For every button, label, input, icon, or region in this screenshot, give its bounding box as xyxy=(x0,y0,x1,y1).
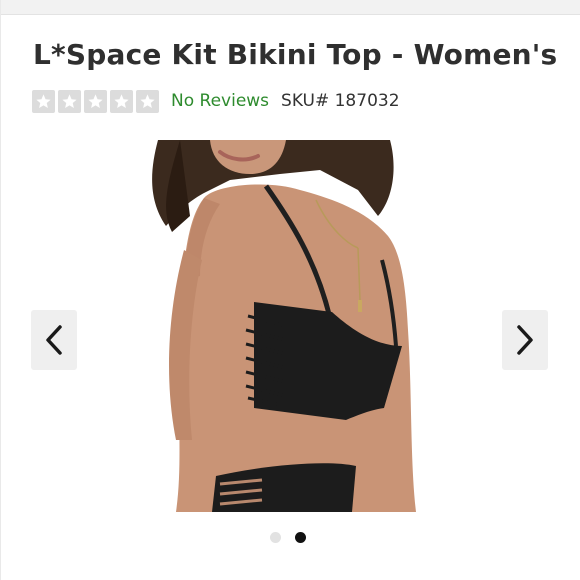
star-icon xyxy=(110,89,133,113)
carousel-dots xyxy=(270,532,306,543)
star-icon xyxy=(32,89,55,113)
previous-image-button[interactable] xyxy=(31,310,77,370)
left-border xyxy=(0,0,1,580)
chevron-right-icon xyxy=(517,325,533,355)
chevron-left-icon xyxy=(46,325,62,355)
carousel-dot-2[interactable] xyxy=(295,532,306,543)
star-icon xyxy=(136,89,159,113)
product-image[interactable] xyxy=(120,140,460,512)
carousel-dot-1[interactable] xyxy=(270,532,281,543)
star-icon xyxy=(84,89,107,113)
product-title: L*Space Kit Bikini Top - Women's xyxy=(33,38,558,71)
star-rating xyxy=(32,89,159,113)
star-icon xyxy=(58,89,81,113)
product-photo-illustration xyxy=(152,140,416,512)
sku-label: SKU# 187032 xyxy=(281,91,400,111)
reviews-link[interactable]: No Reviews xyxy=(171,91,269,111)
rating-row: No Reviews SKU# 187032 xyxy=(32,88,400,114)
next-image-button[interactable] xyxy=(502,310,548,370)
top-bar xyxy=(0,0,580,15)
